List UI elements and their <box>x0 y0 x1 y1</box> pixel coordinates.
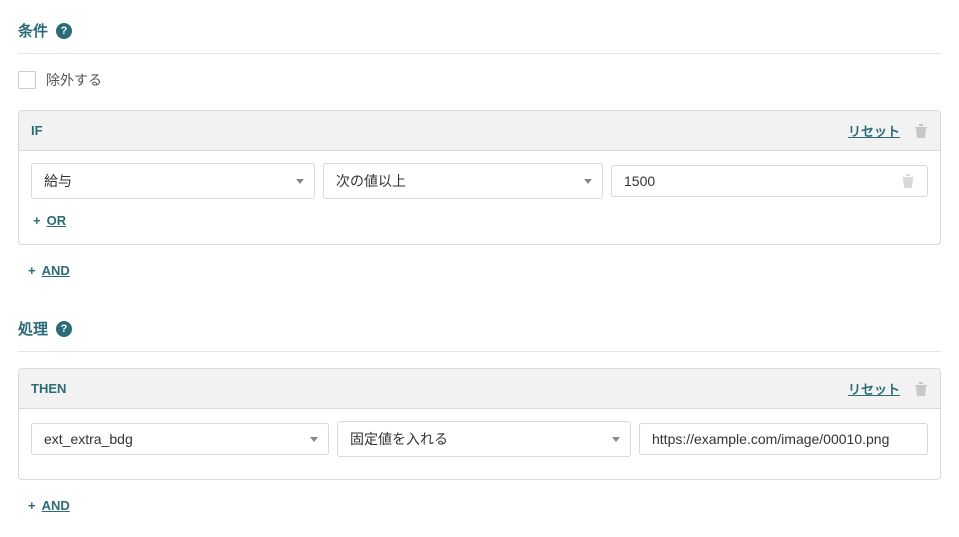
plus-icon: + <box>28 498 36 513</box>
then-block-header: THEN リセット <box>19 369 940 409</box>
then-block-header-right: リセット <box>848 379 928 398</box>
plus-icon: + <box>28 263 36 278</box>
then-reset-link[interactable]: リセット <box>848 379 900 398</box>
if-condition-row: 給与 次の値以上 1500 <box>31 163 928 199</box>
target-select-value: ext_extra_bdg <box>44 431 133 447</box>
field-select-value: 給与 <box>44 173 72 189</box>
and-button-label: AND <box>42 498 70 513</box>
if-block-body: 給与 次の値以上 1500 + OR <box>19 151 940 244</box>
value-wrap: 1500 <box>611 165 928 197</box>
condition-section-title: 条件 <box>18 20 48 41</box>
action-select-value: 固定値を入れる <box>350 431 448 447</box>
action-value-text: https://example.com/image/00010.png <box>652 431 889 447</box>
then-action-row: ext_extra_bdg 固定値を入れる https://example.co… <box>31 421 928 457</box>
trash-icon[interactable] <box>914 123 928 139</box>
then-block-label: THEN <box>31 381 66 396</box>
value-input-text: 1500 <box>624 173 655 189</box>
target-select[interactable]: ext_extra_bdg <box>31 423 329 455</box>
help-icon[interactable]: ? <box>56 23 72 39</box>
operator-select-value: 次の値以上 <box>336 173 406 189</box>
and-button[interactable]: + AND <box>26 259 72 282</box>
action-select[interactable]: 固定値を入れる <box>337 421 631 457</box>
trash-icon[interactable] <box>914 381 928 397</box>
if-block-label: IF <box>31 123 43 138</box>
then-block-body: ext_extra_bdg 固定値を入れる https://example.co… <box>19 409 940 479</box>
process-section-title: 処理 <box>18 318 48 339</box>
action-value-input[interactable]: https://example.com/image/00010.png <box>639 423 928 455</box>
value-input[interactable]: 1500 <box>611 165 928 197</box>
if-reset-link[interactable]: リセット <box>848 121 900 140</box>
operator-select[interactable]: 次の値以上 <box>323 163 603 199</box>
or-button[interactable]: + OR <box>31 209 68 232</box>
or-button-label: OR <box>47 213 67 228</box>
help-icon[interactable]: ? <box>56 321 72 337</box>
exclude-checkbox[interactable] <box>18 71 36 89</box>
then-block: THEN リセット ext_extra_bdg 固定値を入れる https://… <box>18 368 941 480</box>
plus-icon: + <box>33 213 41 228</box>
trash-icon[interactable] <box>901 173 915 189</box>
if-block-header-right: リセット <box>848 121 928 140</box>
field-select[interactable]: 給与 <box>31 163 315 199</box>
condition-section-header: 条件 ? <box>18 20 941 54</box>
if-block: IF リセット 給与 次の値以上 1500 <box>18 110 941 245</box>
exclude-label: 除外する <box>46 70 102 90</box>
process-section-header: 処理 ? <box>18 318 941 352</box>
exclude-row: 除外する <box>18 70 941 90</box>
and-button-label: AND <box>42 263 70 278</box>
if-block-header: IF リセット <box>19 111 940 151</box>
